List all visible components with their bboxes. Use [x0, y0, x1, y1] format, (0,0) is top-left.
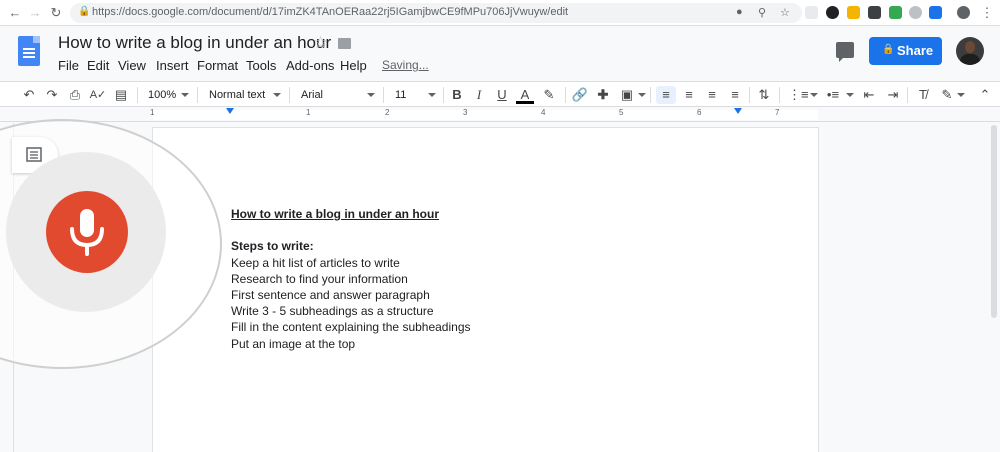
- microphone-icon: [70, 209, 104, 256]
- star-icon[interactable]: ☆: [313, 33, 328, 53]
- chevron-down-icon: [810, 93, 818, 97]
- browser-menu-icon[interactable]: ⋮: [978, 4, 996, 22]
- chevron-down-icon: [638, 93, 646, 97]
- scrollbar-thumb[interactable]: [991, 125, 997, 318]
- document-line[interactable]: Keep a hit list of articles to write: [231, 256, 400, 270]
- collapse-menu-icon[interactable]: ⌃: [977, 86, 993, 104]
- ruler-number: 6: [697, 108, 702, 117]
- extension-icon[interactable]: [889, 6, 902, 19]
- url-text: https://docs.google.com/document/d/17imZ…: [92, 6, 569, 18]
- lock-icon: 🔒: [882, 44, 895, 55]
- camera-icon[interactable]: ●: [736, 6, 743, 18]
- align-center-icon[interactable]: ≡: [680, 86, 698, 104]
- add-comment-icon[interactable]: ✚: [594, 86, 612, 104]
- ruler-number: 1: [150, 108, 155, 117]
- address-bar[interactable]: 🔒 https://docs.google.com/document/d/17i…: [70, 3, 802, 23]
- folder-icon[interactable]: [338, 38, 351, 49]
- align-right-icon[interactable]: ≡: [703, 86, 721, 104]
- share-label: Share: [897, 43, 934, 58]
- browser-toolbar: ← → ↻ 🔒 https://docs.google.com/document…: [0, 0, 1000, 26]
- redo-icon[interactable]: ↷: [43, 86, 61, 104]
- extension-icon[interactable]: [929, 6, 942, 19]
- formatting-toolbar: ↶ ↷ ⎙ A✓ ▤ 100% Normal text Arial 11 B I…: [0, 81, 1000, 107]
- line-spacing-icon[interactable]: ⇅: [755, 86, 773, 104]
- bookmark-star-icon[interactable]: ☆: [780, 6, 790, 19]
- document-line[interactable]: Write 3 - 5 subheadings as a structure: [231, 304, 434, 318]
- chevron-down-icon: [846, 93, 854, 97]
- menu-view[interactable]: View: [118, 58, 146, 73]
- increase-indent-icon[interactable]: ⇥: [884, 86, 902, 104]
- ruler-number: 2: [385, 108, 390, 117]
- avatar[interactable]: [956, 37, 984, 65]
- menu-insert[interactable]: Insert: [156, 58, 189, 73]
- document-line[interactable]: Research to find your information: [231, 272, 408, 286]
- ruler-page-area: [153, 110, 818, 120]
- extension-icon[interactable]: [826, 6, 839, 19]
- back-icon[interactable]: ←: [6, 4, 24, 22]
- bold-button[interactable]: B: [449, 86, 465, 104]
- lock-icon: 🔒: [78, 6, 91, 17]
- bulleted-list-icon[interactable]: •≡: [824, 86, 842, 104]
- document-line[interactable]: Put an image at the top: [231, 337, 355, 351]
- menu-file[interactable]: File: [58, 58, 79, 73]
- docs-logo-icon[interactable]: [18, 36, 40, 66]
- spellcheck-icon[interactable]: A✓: [89, 86, 107, 104]
- voice-typing-button[interactable]: [46, 191, 128, 273]
- link-icon[interactable]: 🔗: [571, 86, 589, 104]
- right-indent-marker[interactable]: [734, 108, 742, 114]
- document-title[interactable]: How to write a blog in under an hour: [58, 33, 331, 53]
- chevron-down-icon: [273, 93, 281, 97]
- extension-icon[interactable]: [909, 6, 922, 19]
- underline-button[interactable]: U: [494, 86, 510, 104]
- chevron-down-icon: [181, 93, 189, 97]
- zoom-icon[interactable]: ⚲: [758, 6, 766, 19]
- ruler-number: 1: [306, 108, 311, 117]
- editing-mode-icon[interactable]: ✎: [938, 86, 956, 104]
- comments-icon[interactable]: [836, 42, 854, 62]
- ruler-number: 7: [775, 108, 780, 117]
- extension-icon[interactable]: [805, 6, 818, 19]
- align-left-icon[interactable]: ≡: [656, 86, 676, 104]
- extension-icon[interactable]: [847, 6, 860, 19]
- style-select[interactable]: Normal text: [209, 86, 269, 104]
- italic-button[interactable]: I: [471, 86, 487, 104]
- chevron-down-icon: [367, 93, 375, 97]
- paint-format-icon[interactable]: ▤: [112, 86, 130, 104]
- font-select[interactable]: Arial: [301, 86, 361, 104]
- document-subheading[interactable]: Steps to write:: [231, 239, 314, 253]
- menu-format[interactable]: Format: [197, 58, 238, 73]
- font-size-select[interactable]: 11: [395, 86, 415, 104]
- document-line[interactable]: First sentence and answer paragraph: [231, 288, 430, 302]
- zoom-select[interactable]: 100%: [148, 86, 178, 104]
- clear-formatting-icon[interactable]: T̸: [914, 86, 932, 104]
- save-status: Saving...: [382, 58, 429, 72]
- print-icon[interactable]: ⎙: [66, 86, 84, 104]
- share-button[interactable]: 🔒 Share: [869, 37, 942, 65]
- align-justify-icon[interactable]: ≡: [726, 86, 744, 104]
- insert-image-icon[interactable]: ▣: [618, 86, 636, 104]
- ruler-number: 4: [541, 108, 546, 117]
- menu-addons[interactable]: Add-ons: [286, 58, 334, 73]
- highlight-icon[interactable]: ✎: [540, 86, 558, 104]
- extension-icon[interactable]: [868, 6, 881, 19]
- document-line[interactable]: Fill in the content explaining the subhe…: [231, 320, 471, 334]
- ruler-number: 5: [619, 108, 624, 117]
- chevron-down-icon: [428, 93, 436, 97]
- forward-icon[interactable]: →: [26, 4, 44, 22]
- menu-tools[interactable]: Tools: [246, 58, 276, 73]
- document-heading[interactable]: How to write a blog in under an hour: [231, 207, 439, 221]
- reload-icon[interactable]: ↻: [47, 4, 65, 22]
- numbered-list-icon[interactable]: ⋮≡: [788, 86, 809, 104]
- horizontal-ruler[interactable]: 1 1 2 3 4 5 6 7: [0, 108, 1000, 122]
- profile-icon[interactable]: [957, 6, 970, 19]
- text-color-button[interactable]: A: [516, 86, 534, 104]
- menu-help[interactable]: Help: [340, 58, 367, 73]
- undo-icon[interactable]: ↶: [20, 86, 38, 104]
- left-indent-marker[interactable]: [226, 108, 234, 114]
- menu-edit[interactable]: Edit: [87, 58, 109, 73]
- decrease-indent-icon[interactable]: ⇤: [860, 86, 878, 104]
- ruler-number: 3: [463, 108, 468, 117]
- chevron-down-icon: [957, 93, 965, 97]
